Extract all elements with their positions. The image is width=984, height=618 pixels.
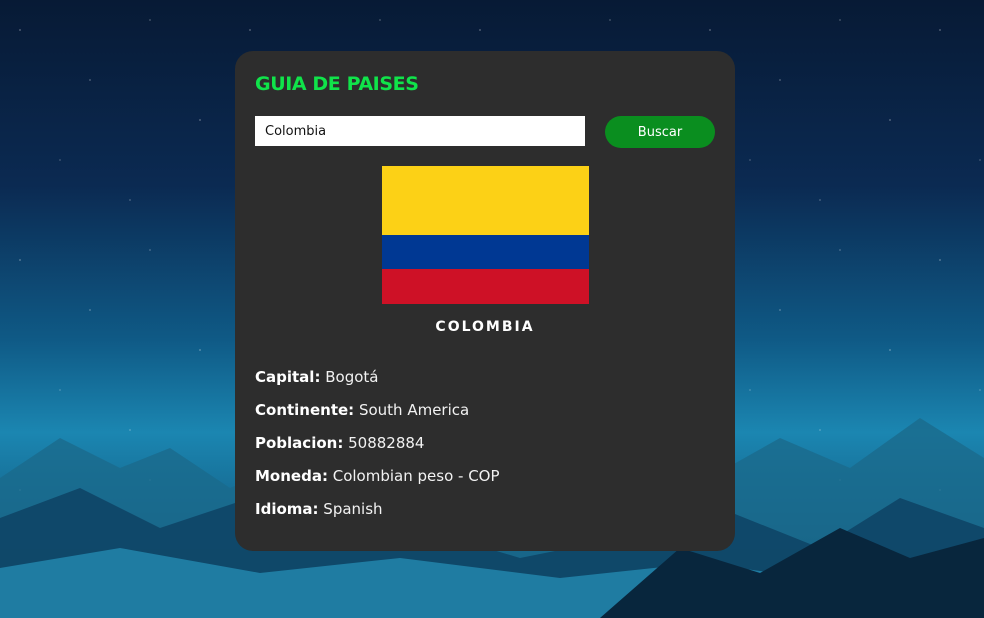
app-title: GUIA DE PAISES bbox=[255, 73, 419, 95]
country-search-input[interactable] bbox=[255, 116, 585, 146]
country-details-list: Capital: Bogotá Continente: South Americ… bbox=[255, 366, 500, 531]
flag-stripe-red bbox=[382, 269, 589, 304]
flag-stripe-blue bbox=[382, 235, 589, 269]
detail-label: Poblacion: bbox=[255, 434, 344, 452]
detail-continent: Continente: South America bbox=[255, 399, 500, 432]
detail-value: Bogotá bbox=[325, 368, 379, 386]
detail-value: South America bbox=[358, 401, 470, 419]
detail-language: Idioma: Spanish bbox=[255, 498, 500, 531]
detail-label: Idioma: bbox=[255, 500, 319, 518]
detail-value: 50882884 bbox=[348, 434, 425, 452]
country-name: COLOMBIA bbox=[435, 319, 535, 335]
search-button[interactable]: Buscar bbox=[605, 116, 715, 148]
detail-label: Capital: bbox=[255, 368, 321, 386]
detail-population: Poblacion: 50882884 bbox=[255, 432, 500, 465]
detail-label: Continente: bbox=[255, 401, 355, 419]
detail-value: Spanish bbox=[323, 500, 383, 518]
detail-capital: Capital: Bogotá bbox=[255, 366, 500, 399]
detail-currency: Moneda: Colombian peso - COP bbox=[255, 465, 500, 498]
country-flag-image bbox=[382, 166, 589, 304]
detail-label: Moneda: bbox=[255, 467, 328, 485]
country-guide-card: GUIA DE PAISES Buscar COLOMBIA Capital: … bbox=[235, 51, 735, 551]
detail-value: Colombian peso - COP bbox=[332, 467, 500, 485]
flag-stripe-yellow bbox=[382, 166, 589, 235]
